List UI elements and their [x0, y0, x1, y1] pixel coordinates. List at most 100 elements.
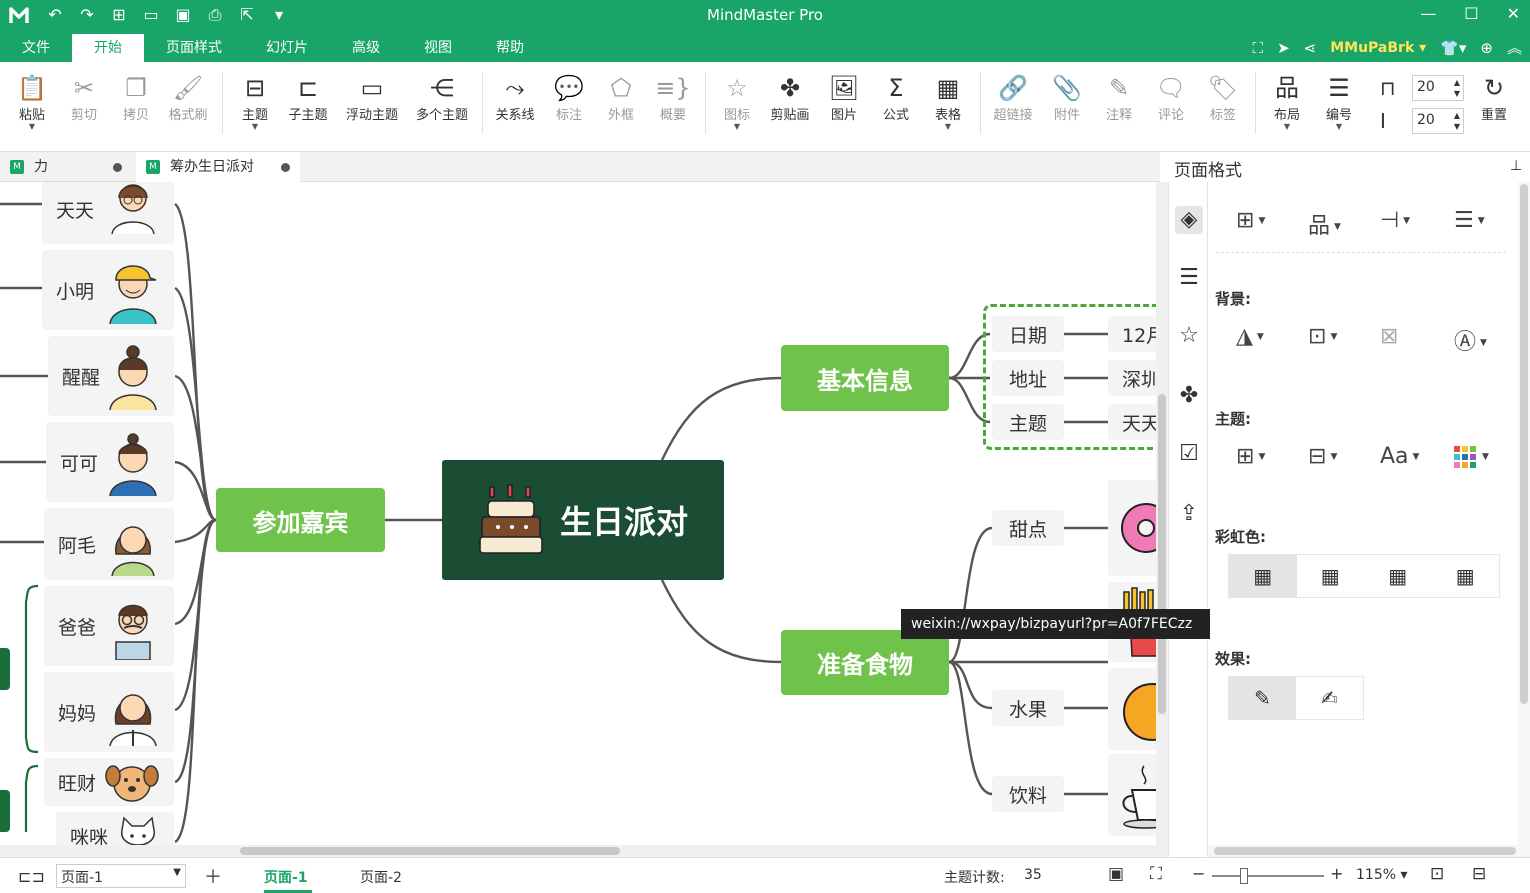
rainbow-option-4-icon[interactable]: ▦	[1432, 555, 1500, 597]
outline-icon[interactable]: ☰	[1175, 264, 1203, 292]
page-panel-toggle-icon[interactable]: ⊏⊐	[18, 867, 45, 886]
redo-icon[interactable]: ↷	[76, 5, 98, 25]
donut-image[interactable]	[1108, 480, 1158, 576]
fullscreen-icon[interactable]: ⛶	[1253, 39, 1264, 57]
tab-view[interactable]: 视图	[402, 34, 474, 62]
close-icon[interactable]: ✕	[1507, 4, 1520, 23]
tab-advanced[interactable]: 高级	[330, 34, 402, 62]
export-icon[interactable]: ⇱	[236, 5, 258, 25]
list-style-icon[interactable]: ☰ ▼	[1454, 208, 1502, 233]
guest-node-3[interactable]: 醒醒	[48, 336, 174, 416]
copy-button[interactable]: ❐ 拷贝	[110, 72, 162, 123]
main-topic-guests[interactable]: 参加嘉宾	[216, 488, 385, 552]
attachment-button[interactable]: 📎 附件	[1041, 72, 1093, 123]
info-label-theme[interactable]: 主题	[992, 404, 1064, 440]
orange-image[interactable]	[1108, 668, 1158, 750]
callout-button[interactable]: 💬 标注	[543, 72, 595, 123]
color-scheme-icon[interactable]: ▼	[1454, 444, 1502, 469]
reset-button[interactable]: ↻ 重置	[1468, 72, 1520, 123]
fit-window-icon[interactable]: ⊡	[1430, 864, 1444, 884]
font-icon[interactable]: Aa ▼	[1380, 444, 1428, 469]
formula-button[interactable]: Σ 公式	[870, 72, 922, 123]
skin-icon[interactable]: 👕▾	[1440, 39, 1466, 57]
info-value-date[interactable]: 12月	[1108, 316, 1158, 352]
horizontal-spacing-input[interactable]: 20 ▲ ▼	[1412, 75, 1464, 101]
boundary-button[interactable]: ⬠ 外框	[595, 72, 647, 123]
page-tab-1[interactable]: 页面-1	[264, 867, 308, 887]
picture-button[interactable]: 🖼 图片	[818, 72, 870, 123]
doc-tab-2[interactable]: M 筹办生日派对	[136, 152, 300, 182]
tab-file[interactable]: 文件	[0, 34, 72, 62]
summary-button[interactable]: ≡} 概要	[647, 72, 699, 123]
multiple-topics-button[interactable]: ⋲ 多个主题	[410, 72, 474, 123]
main-topic-food[interactable]: 准备食物	[781, 630, 949, 695]
zoom-out-icon[interactable]: −	[1192, 864, 1205, 883]
canvas-horizontal-scrollbar[interactable]	[0, 845, 1168, 857]
table-button[interactable]: ▦ 表格 ▼	[922, 72, 974, 131]
fill-bucket-icon[interactable]: ◮ ▼	[1236, 324, 1284, 349]
note-button[interactable]: ✎ 注释	[1093, 72, 1145, 123]
guest-node-5[interactable]: 阿毛	[44, 508, 174, 580]
minimize-icon[interactable]: —	[1420, 4, 1436, 23]
page-format-icon[interactable]: ◈	[1175, 206, 1203, 234]
new-icon[interactable]: ⊞	[108, 5, 130, 25]
zoom-in-icon[interactable]: +	[1330, 864, 1343, 883]
guest-node-4[interactable]: 可可	[46, 422, 174, 502]
page-select[interactable]: 页面-1 ▼	[56, 864, 186, 888]
relationship-button[interactable]: ⤳ 关系线	[489, 72, 541, 123]
pin-icon[interactable]: ⊥	[1510, 158, 1522, 174]
tab-page-style[interactable]: 页面样式	[144, 34, 244, 62]
panel-vertical-scrollbar[interactable]	[1518, 182, 1530, 845]
export-panel-icon[interactable]: ⇪	[1175, 500, 1203, 528]
tab-slides[interactable]: 幻灯片	[244, 34, 330, 62]
rainbow-option-1-icon[interactable]: ▦	[1229, 555, 1297, 597]
fullscreen-view-icon[interactable]: ⛶	[1150, 864, 1162, 884]
info-value-address[interactable]: 深圳	[1108, 360, 1158, 396]
effect-hand-drawn-icon[interactable]: ✍	[1296, 677, 1363, 719]
send-icon[interactable]: ➤	[1277, 39, 1290, 57]
guest-node-7[interactable]: 妈妈	[44, 672, 174, 752]
floating-topic-button[interactable]: ▭ 浮动主题	[340, 72, 404, 123]
fit-page-icon[interactable]: ▣	[1108, 864, 1124, 884]
rainbow-option-2-icon[interactable]: ▦	[1297, 555, 1365, 597]
guest-node-6[interactable]: 爸爸	[44, 586, 174, 666]
layout-button[interactable]: 品布局 ▼	[1261, 72, 1313, 131]
paste-button[interactable]: 📋 粘贴 ▼	[6, 72, 58, 131]
save-icon[interactable]: ▣	[172, 5, 194, 25]
effect-flat-icon[interactable]: ✎	[1229, 677, 1296, 719]
theme-list-icon[interactable]: ⊟ ▼	[1308, 444, 1356, 469]
info-value-theme[interactable]: 天天	[1108, 404, 1158, 440]
zoom-slider-thumb[interactable]	[1240, 868, 1248, 884]
print-icon[interactable]: ⎙	[204, 5, 226, 25]
canvas-vertical-scrollbar[interactable]	[1156, 182, 1168, 845]
share-icon[interactable]: ⋖	[1304, 39, 1317, 57]
clipart-panel-icon[interactable]: ✤	[1175, 382, 1203, 410]
tab-help[interactable]: 帮助	[474, 34, 546, 62]
collapse-ribbon-icon[interactable]: ︽	[1507, 37, 1522, 58]
clipart-button[interactable]: ✤ 剪贴画	[764, 72, 816, 123]
info-label-address[interactable]: 地址	[992, 360, 1064, 396]
tag-button[interactable]: 🏷 标签	[1197, 72, 1249, 123]
zoom-level[interactable]: 115% ▾	[1356, 867, 1408, 883]
subtopic-button[interactable]: ⊏ 子主题	[282, 72, 334, 123]
format-painter-button[interactable]: 🖌 格式刷	[162, 72, 214, 123]
hyperlink-button[interactable]: 🔗 超链接	[987, 72, 1039, 123]
cut-button[interactable]: ✂ 剪切	[58, 72, 110, 123]
coffee-image[interactable]	[1108, 754, 1158, 836]
collapse-panel-icon[interactable]: ⊟	[1472, 864, 1486, 884]
tree-layout-icon[interactable]: 品 ▼	[1308, 208, 1356, 240]
tab-home[interactable]: 开始	[72, 34, 144, 62]
apps-icon[interactable]: ⊕	[1480, 39, 1493, 57]
doc-tab-1[interactable]: M 力	[0, 152, 132, 182]
root-topic[interactable]: 生日派对	[442, 460, 724, 580]
guest-node-1[interactable]: 天天	[42, 182, 174, 244]
info-label-date[interactable]: 日期	[992, 316, 1064, 352]
open-icon[interactable]: ▭	[140, 5, 162, 25]
close-dot-icon[interactable]	[281, 163, 290, 172]
theme-grid-icon[interactable]: ⊞ ▼	[1236, 444, 1284, 469]
panel-horizontal-scrollbar[interactable]	[1208, 845, 1530, 857]
vertical-spacing-input[interactable]: 20 ▲ ▼	[1412, 108, 1464, 134]
topic-button[interactable]: ⊟ 主题 ▼	[229, 72, 281, 131]
task-icon[interactable]: ☑	[1175, 440, 1203, 468]
background-image-icon[interactable]: ⊡ ▼	[1308, 324, 1356, 349]
